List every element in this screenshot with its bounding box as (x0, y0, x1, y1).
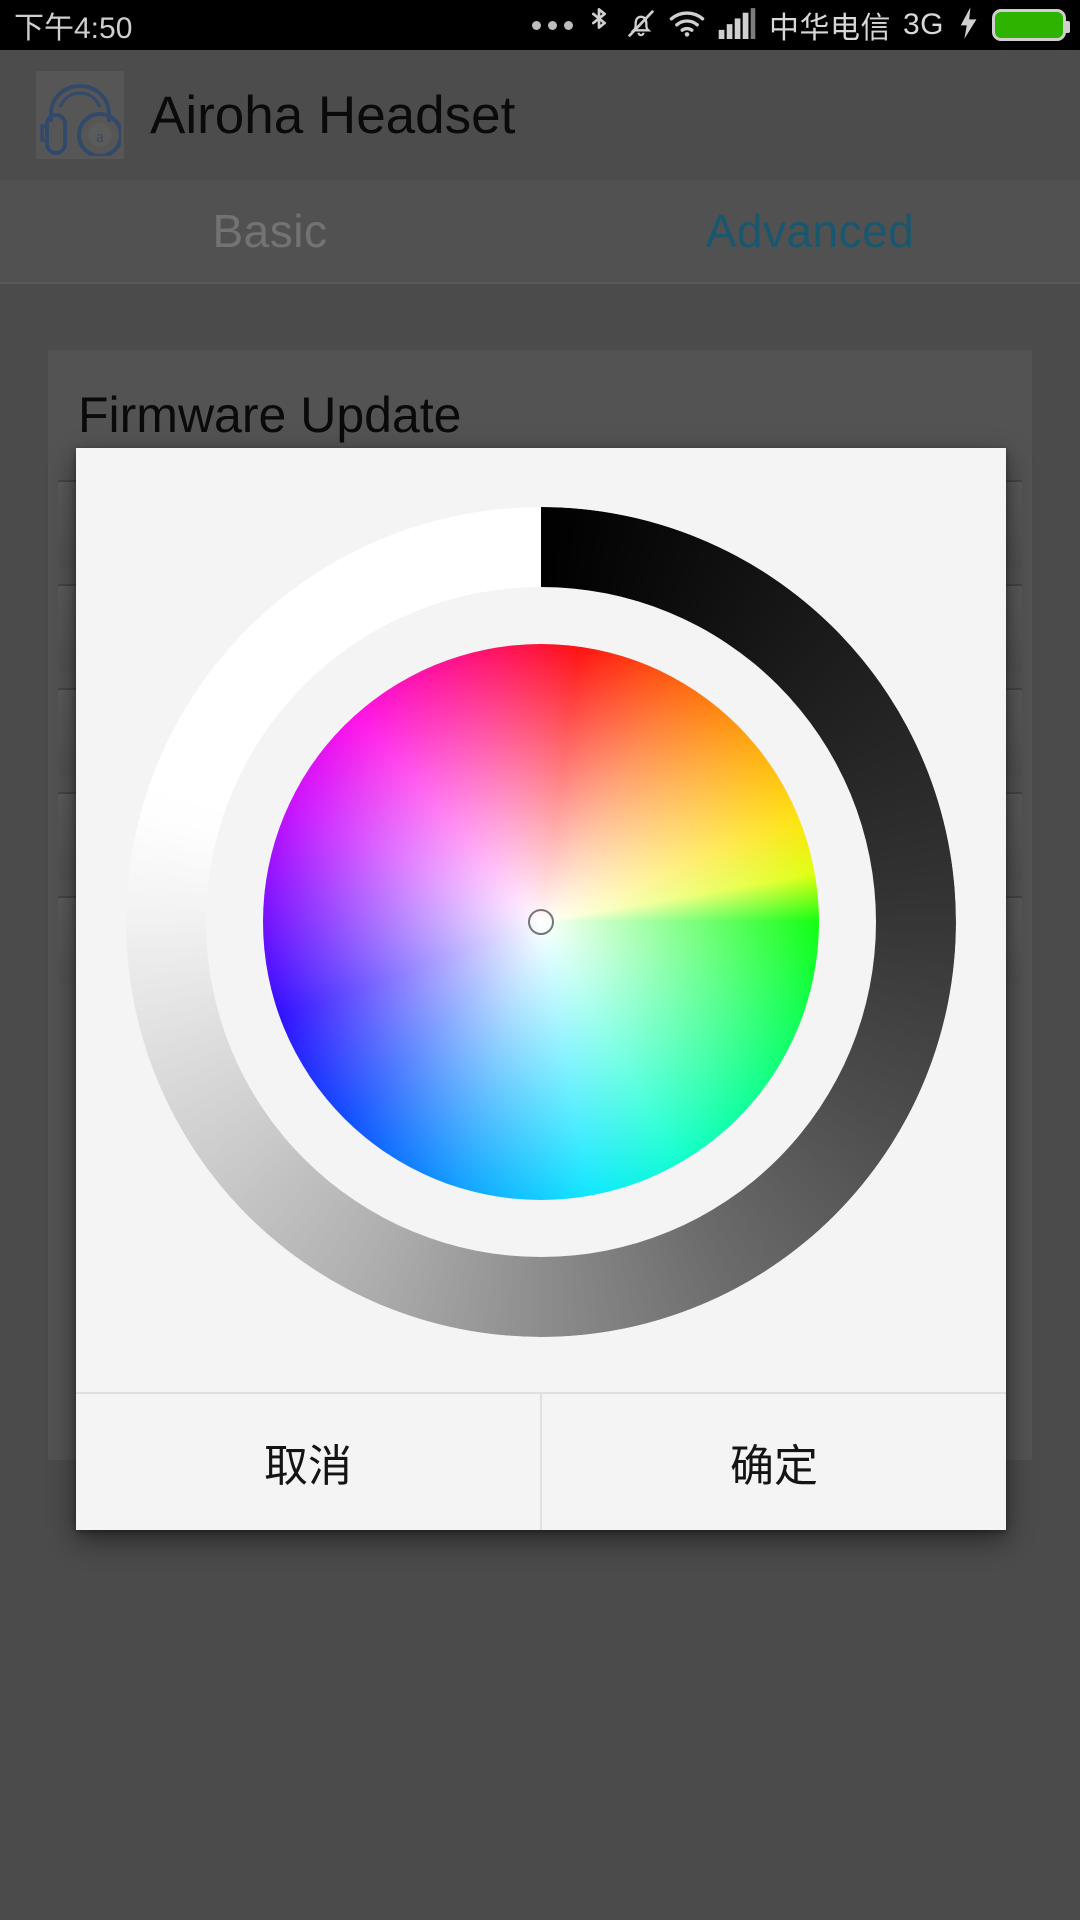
status-bar-icons: 中华电信 3G (531, 3, 1070, 47)
signal-bars-icon (717, 7, 757, 44)
color-wheel-marker[interactable] (528, 909, 554, 935)
mute-bell-icon (625, 6, 657, 45)
status-bar-carrier: 中华电信 (768, 12, 891, 45)
color-picker-area[interactable] (76, 448, 1006, 1392)
dialog-button-bar: 取消 确定 (76, 1392, 1006, 1530)
confirm-button[interactable]: 确定 (540, 1394, 1006, 1530)
cancel-button[interactable]: 取消 (76, 1394, 540, 1530)
wifi-icon (669, 8, 705, 43)
color-picker-dialog: 取消 确定 (76, 448, 1006, 1530)
bluetooth-icon (585, 6, 613, 45)
battery-icon (992, 9, 1070, 41)
status-bar: 下午4:50 中华电信 3G (0, 0, 1080, 50)
screen-root: 下午4:50 中华电信 3G a Airoha Headset Basic Ad… (0, 0, 1080, 1920)
charging-bolt-icon (956, 6, 980, 45)
status-bar-network: 3G (902, 8, 944, 41)
status-bar-time: 下午4:50 (14, 12, 133, 45)
more-dots-icon (531, 20, 573, 30)
